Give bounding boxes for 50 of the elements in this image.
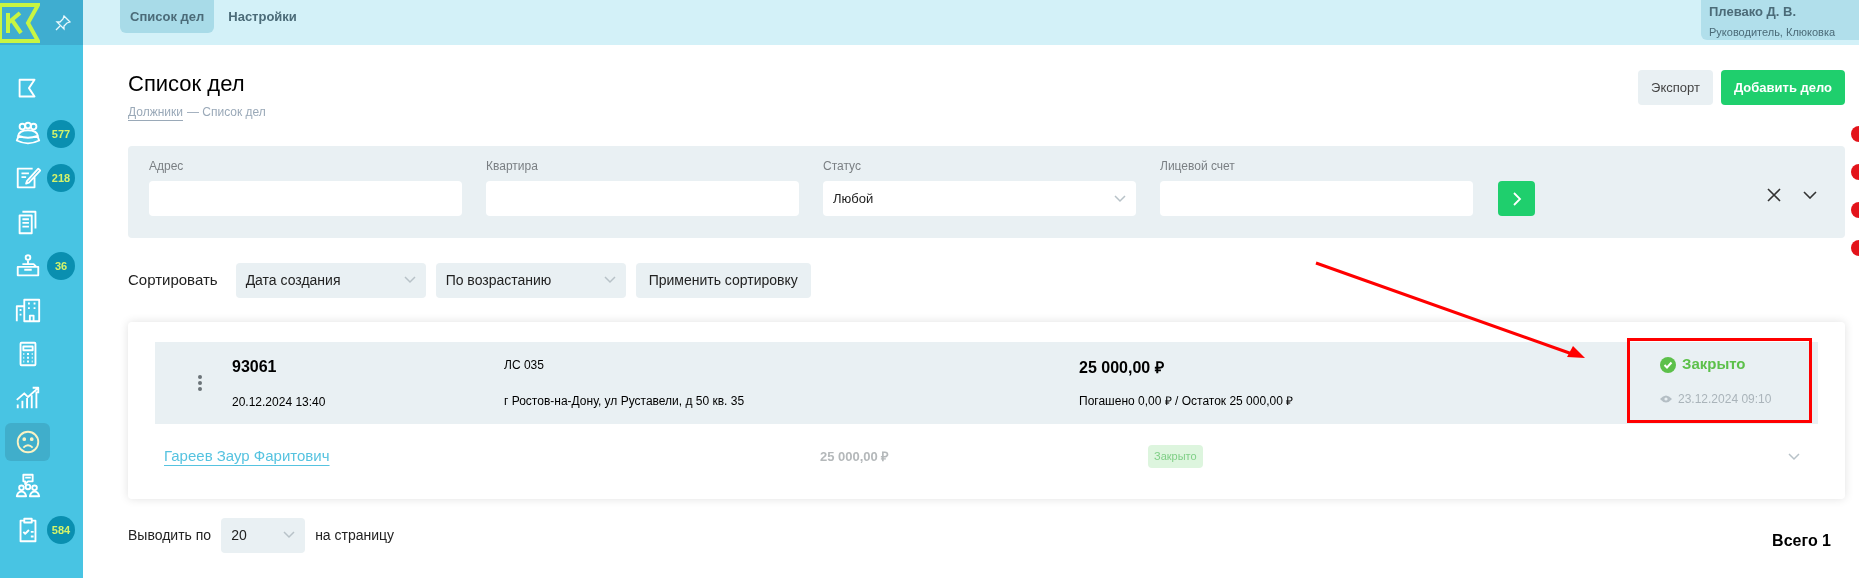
count-badge: 577 xyxy=(47,120,75,148)
count-badge: 584 xyxy=(47,516,75,544)
case-number: 93061 xyxy=(232,357,278,377)
chevron-icon xyxy=(603,276,616,284)
total-count: Всего 1 xyxy=(1772,531,1831,551)
check-circle-icon xyxy=(1660,356,1676,373)
field-label: Квартира xyxy=(486,158,539,175)
sort-select[interactable]: По возрастанию xyxy=(435,262,626,298)
breadcrumb-current: — Список дел xyxy=(187,104,266,121)
sidebar-item[interactable] xyxy=(5,423,50,461)
status-text: Закрыто xyxy=(1682,354,1746,375)
export-button[interactable]: Экспорт xyxy=(1638,70,1713,105)
chevron-icon xyxy=(283,531,296,539)
logo-icon[interactable] xyxy=(0,2,40,43)
account-number: ЛС 035 xyxy=(504,357,545,374)
status-select[interactable]: Любой xyxy=(823,181,1136,216)
chevron-icon[interactable] xyxy=(1788,452,1800,461)
per-page-select[interactable]: 20 xyxy=(221,517,306,553)
address-text: г Ростов-на-Дону, ул Руставели, д 50 кв. 35 xyxy=(504,393,746,410)
user-panel[interactable]: Плевако Д. В. Руководитель, Клюковка xyxy=(1701,0,1859,40)
per-page-label: Выводить по xyxy=(128,525,212,545)
apply-sort-button[interactable]: Применить сортировку xyxy=(635,262,811,298)
status-date: 23.12.2024 09:10 xyxy=(1678,390,1772,408)
page-title: Список дел xyxy=(128,70,246,98)
pin-icon[interactable] xyxy=(55,14,71,31)
chevron-icon xyxy=(1114,194,1126,203)
building-icon xyxy=(13,296,42,324)
count-badge: 36 xyxy=(47,252,75,280)
per-page-suffix: на страницу xyxy=(315,525,395,545)
debtor-amount: 25 000,00 ₽ xyxy=(820,447,891,466)
sort-label: Сортировать xyxy=(128,269,218,290)
chevron-icon xyxy=(403,276,416,284)
field-label: Статус xyxy=(823,158,862,175)
nav-tab[interactable]: Список дел xyxy=(120,0,215,33)
created-date: 20.12.2024 13:40 xyxy=(232,394,327,411)
sort-select[interactable]: Дата создания xyxy=(235,262,426,298)
more-icon[interactable] xyxy=(198,375,202,391)
amount-text: 25 000,00 ₽ xyxy=(1079,358,1165,378)
apply-filter-button[interactable] xyxy=(1498,181,1535,216)
payment-summary: Погашено 0,00 ₽ / Остаток 25 000,00 ₽ xyxy=(1079,393,1294,410)
user-role: Руководитель, Клюковка xyxy=(1709,24,1837,40)
nav-tab[interactable]: Настройки xyxy=(218,0,307,33)
eye-icon xyxy=(1660,394,1672,403)
field-label: Адрес xyxy=(149,158,185,175)
chevron-right-icon xyxy=(1511,191,1522,206)
user-name: Плевако Д. В. xyxy=(1709,3,1798,21)
field-label: Лицевой счет xyxy=(1160,158,1236,175)
status-badge: Закрыто xyxy=(1148,445,1203,468)
count-badge: 218 xyxy=(47,164,75,192)
meeting-icon xyxy=(13,472,42,500)
